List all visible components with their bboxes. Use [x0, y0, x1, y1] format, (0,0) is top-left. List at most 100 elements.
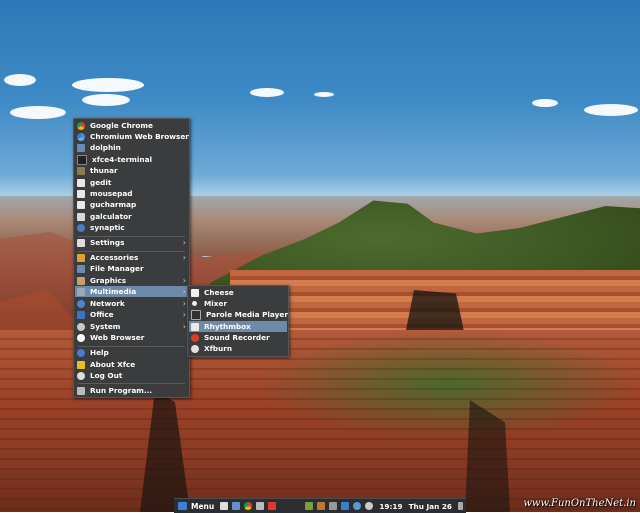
menu-item-label: Office: [90, 310, 114, 319]
menu-item-rhythmbox[interactable]: Rhythmbox: [189, 321, 287, 332]
clock[interactable]: 19:19: [379, 502, 402, 511]
accessories-icon: [77, 253, 85, 262]
character-map-icon: [77, 200, 85, 209]
menu-item-label: Network: [90, 299, 125, 308]
menu-item-office[interactable]: Office ›: [75, 309, 188, 320]
cloud: [250, 88, 284, 97]
help-icon: [77, 348, 85, 357]
menu-item-label: galculator: [90, 212, 132, 221]
update-tray-icon[interactable]: [353, 502, 362, 510]
network-tray-icon[interactable]: [329, 502, 338, 510]
menu-item-synaptic[interactable]: synaptic: [75, 222, 188, 233]
menu-item-galculator[interactable]: galculator: [75, 211, 188, 222]
menu-item-label: Run Program...: [90, 386, 153, 395]
cloud: [10, 106, 66, 119]
menu-item-graphics[interactable]: Graphics ›: [75, 275, 188, 286]
cloud: [532, 99, 558, 107]
menu-item-sound-recorder[interactable]: Sound Recorder: [189, 332, 287, 343]
launcher-icon[interactable]: [268, 502, 277, 510]
text-editor-icon: [77, 189, 85, 198]
menu-item-about-xfce[interactable]: About Xfce: [75, 359, 188, 370]
volume-tray-icon[interactable]: [365, 502, 374, 510]
date[interactable]: Thu Jan 26: [409, 502, 452, 511]
menu-item-mixer[interactable]: Mixer: [189, 298, 287, 309]
menu-item-multimedia[interactable]: Multimedia ›: [75, 286, 188, 297]
office-icon: [77, 310, 85, 319]
menu-item-label: synaptic: [90, 223, 125, 232]
menu-item-label: Help: [90, 348, 109, 357]
menu-item-chromium[interactable]: Chromium Web Browser: [75, 131, 189, 142]
taskbar-panel: Menu 19:19 Thu Jan 26: [174, 498, 466, 513]
network-icon: [77, 299, 85, 308]
web-browser-icon: [77, 333, 85, 342]
file-manager-icon[interactable]: [232, 502, 241, 510]
cheese-icon: [191, 288, 199, 297]
calculator-icon: [77, 212, 85, 221]
file-manager-icon: [77, 166, 85, 175]
menu-item-gucharmap[interactable]: gucharmap: [75, 199, 188, 210]
menu-item-file-manager[interactable]: File Manager: [75, 263, 188, 274]
show-desktop-icon[interactable]: [220, 502, 229, 510]
chrome-launcher-icon[interactable]: [244, 502, 253, 510]
chevron-right-icon: ›: [182, 287, 186, 296]
menu-item-dolphin[interactable]: dolphin: [75, 142, 188, 153]
menu-item-system[interactable]: System ›: [75, 321, 188, 332]
menu-item-cheese[interactable]: Cheese: [189, 287, 287, 298]
menu-button[interactable]: Menu: [174, 499, 218, 513]
chevron-right-icon: ›: [182, 299, 186, 308]
power-icon[interactable]: [458, 502, 463, 510]
display-tray-icon[interactable]: [341, 502, 350, 510]
watermark: www.FunOnTheNet.in: [523, 498, 636, 509]
chevron-right-icon: ›: [182, 276, 186, 285]
package-manager-icon: [77, 223, 85, 232]
menu-item-label: gedit: [90, 178, 112, 187]
menu-item-parole[interactable]: Parole Media Player: [189, 309, 288, 320]
media-player-icon: [191, 309, 201, 320]
menu-item-accessories[interactable]: Accessories ›: [75, 252, 188, 263]
menu-item-label: Xfburn: [204, 344, 233, 353]
menu-item-run-program[interactable]: Run Program...: [75, 385, 188, 396]
menu-item-label: xfce4-terminal: [92, 155, 153, 164]
menu-item-web-browser[interactable]: Web Browser: [75, 332, 188, 343]
menu-item-log-out[interactable]: Log Out: [75, 370, 188, 381]
menu-item-mousepad[interactable]: mousepad: [75, 188, 188, 199]
menu-item-google-chrome[interactable]: Google Chrome: [75, 120, 188, 131]
menu-item-gedit[interactable]: gedit: [75, 177, 188, 188]
menu-item-label: Rhythmbox: [204, 322, 251, 331]
terminal-icon: [77, 154, 87, 165]
folder-icon: [77, 143, 85, 152]
about-icon: [77, 360, 85, 369]
chevron-right-icon: ›: [182, 238, 186, 247]
menu-item-label: Sound Recorder: [204, 333, 270, 342]
launcher-icon[interactable]: [317, 502, 326, 510]
menu-item-help[interactable]: Help: [75, 347, 188, 358]
menu-item-label: Google Chrome: [90, 121, 153, 130]
multimedia-icon: [77, 287, 85, 296]
menu-item-label: Multimedia: [90, 287, 137, 296]
cloud: [72, 78, 144, 92]
cloud: [82, 94, 130, 106]
menu-item-label: About Xfce: [90, 360, 136, 369]
text-editor-icon: [77, 178, 85, 187]
menu-item-xfce4-terminal[interactable]: xfce4-terminal: [75, 154, 188, 165]
menu-item-settings[interactable]: Settings ›: [75, 237, 188, 248]
chevron-right-icon: ›: [182, 253, 186, 262]
system-icon: [77, 322, 85, 331]
sound-recorder-icon: [191, 333, 199, 342]
menu-item-label: Mixer: [204, 299, 228, 308]
menu-item-label: mousepad: [90, 189, 133, 198]
multimedia-submenu: Cheese Mixer Parole Media Player Rhythmb…: [187, 285, 289, 357]
menu-item-label: Settings: [90, 238, 125, 247]
menu-item-thunar[interactable]: thunar: [75, 165, 188, 176]
launcher-icon[interactable]: [305, 502, 314, 510]
menu-item-network[interactable]: Network ›: [75, 298, 188, 309]
menu-item-label: File Manager: [90, 264, 144, 273]
menu-item-label: System: [90, 322, 121, 331]
chromium-icon: [77, 132, 85, 141]
menu-item-label: Parole Media Player: [206, 310, 288, 319]
menu-item-xfburn[interactable]: Xfburn: [189, 343, 287, 354]
run-icon: [77, 386, 85, 395]
mixer-icon: [192, 301, 197, 306]
launcher-icon[interactable]: [256, 502, 265, 510]
cloud: [4, 74, 36, 86]
